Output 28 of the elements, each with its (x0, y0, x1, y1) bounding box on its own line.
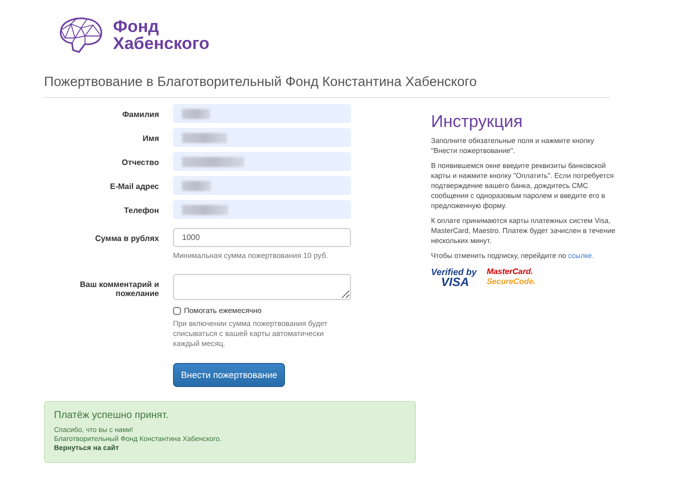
input-field[interactable] (173, 104, 351, 123)
input-field[interactable] (173, 152, 351, 171)
field-label: Телефон (123, 205, 159, 217)
donate-button[interactable]: Внести пожертвование (173, 363, 286, 387)
logo-text: Хабенского (113, 35, 210, 52)
amount-field[interactable]: 1000 (173, 228, 351, 247)
field-label: Имя (142, 133, 159, 145)
field-label: E-Mail адрес (109, 181, 159, 193)
field-label: Фамилия (121, 109, 159, 121)
instruction-title: Инструкция (431, 112, 524, 132)
blurred-value (182, 204, 228, 214)
monthly-checkbox[interactable] (173, 306, 181, 314)
input-field[interactable] (173, 176, 351, 195)
field-label: Ваш комментарий и пожелание (78, 279, 159, 300)
field-label: Сумма в рублях (94, 233, 159, 245)
logo-text: Фонд (113, 18, 160, 35)
blurred-value (182, 180, 211, 190)
alert-title: Платёж успешно принят. (54, 410, 170, 421)
mastercard-securecode-logo: MasterCard. SecureCode. (486, 267, 536, 287)
comment-field[interactable] (173, 274, 351, 300)
input-field[interactable] (173, 128, 351, 147)
blurred-value (182, 132, 227, 142)
blurred-value (182, 108, 210, 118)
blurred-value (182, 156, 244, 166)
field-label: Отчество (120, 157, 159, 169)
input-field[interactable] (173, 200, 351, 219)
page-title: Пожертвование в Благотворительный Фонд Константина Хабенского (44, 74, 478, 89)
verified-by-visa-logo: Verified by VISA (431, 267, 477, 287)
